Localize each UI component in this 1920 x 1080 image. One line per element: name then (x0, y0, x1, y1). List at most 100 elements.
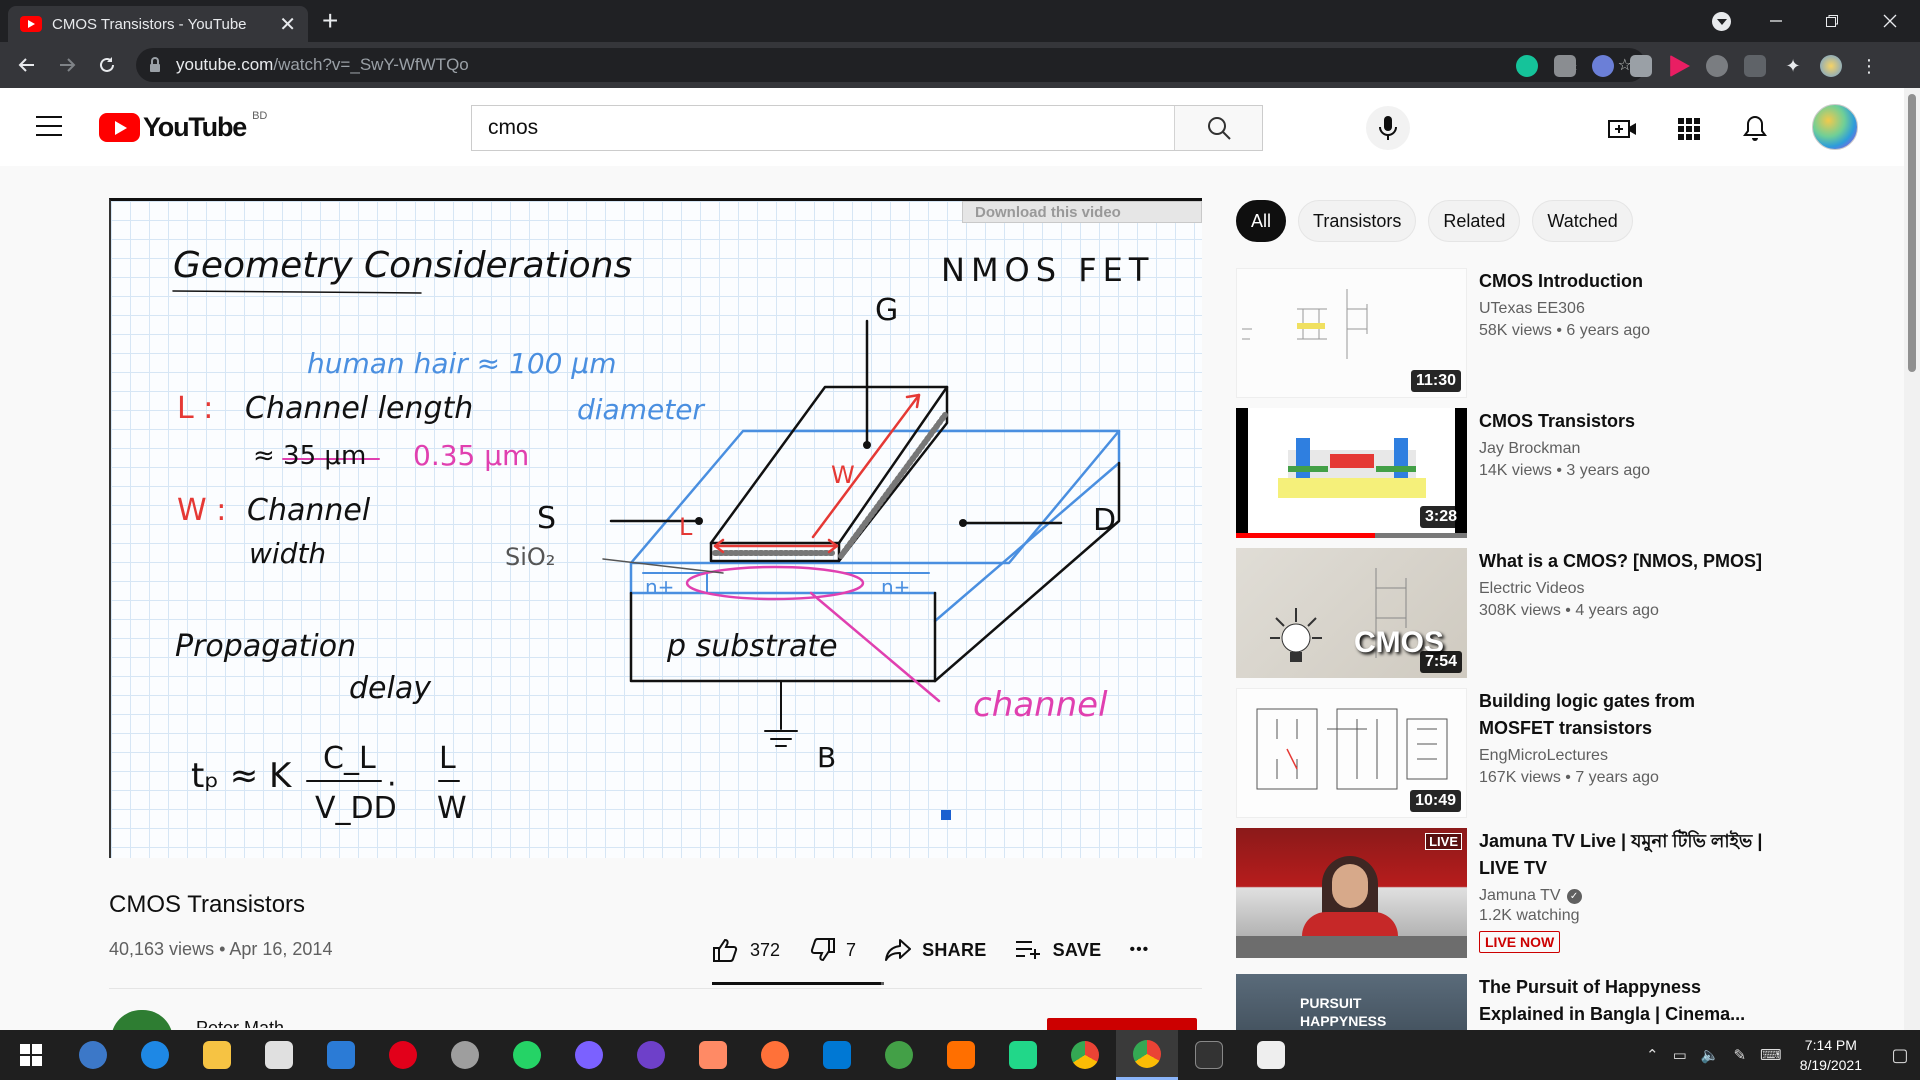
taskbar-app-mail[interactable] (310, 1030, 372, 1080)
tab-close-icon[interactable]: ✕ (279, 12, 296, 37)
menu-icon[interactable] (36, 116, 62, 136)
scrollbar-thumb[interactable] (1908, 94, 1916, 372)
chip-transistors[interactable]: Transistors (1298, 200, 1417, 242)
taskbar-app-extra[interactable] (1240, 1030, 1302, 1080)
video-thumbnail[interactable]: LIVE (1236, 828, 1467, 958)
taskbar-app-paint[interactable] (682, 1030, 744, 1080)
taskbar-app-inkscape[interactable] (434, 1030, 496, 1080)
video-thumbnail[interactable]: PURSUIT HAPPYNESS (1236, 974, 1467, 1030)
recommendation-item[interactable]: PURSUIT HAPPYNESS The Pursuit of Happyne… (1236, 974, 1796, 1030)
rec-title[interactable]: Jamuna TV Live | যমুনা টিভি লাইভ | LIVE … (1479, 828, 1767, 882)
create-video-icon[interactable] (1608, 114, 1638, 144)
address-bar[interactable]: youtube.com/watch?v=_SwY-WfWTQo ⤓ ⌕ ☆ (136, 48, 1646, 82)
taskbar-app-edge[interactable] (124, 1030, 186, 1080)
like-button[interactable]: 372 (712, 937, 780, 963)
network-icon[interactable]: ▭ (1673, 1046, 1687, 1064)
apps-grid-icon[interactable] (1674, 114, 1704, 144)
recommendation-item[interactable]: LIVE Jamuna TV Live | যমুনা টিভি লাইভ | … (1236, 828, 1796, 958)
rec-channel[interactable]: EngMicroLectures (1479, 747, 1767, 765)
search-button[interactable] (1174, 106, 1262, 150)
recommendation-item[interactable]: 11:30 CMOS Introduction UTexas EE306 58K… (1236, 268, 1796, 398)
new-tab-button[interactable]: + (322, 6, 338, 36)
camera-extension-icon[interactable] (1554, 55, 1576, 77)
rec-title[interactable]: Building logic gates from MOSFET transis… (1479, 688, 1767, 742)
tab-search-icon[interactable] (1712, 12, 1731, 31)
search-input[interactable] (472, 106, 1174, 150)
video-player[interactable]: Geometry Considerations NMOS FET human h… (109, 198, 1202, 858)
taskbar-app-sublime[interactable] (930, 1030, 992, 1080)
rec-channel[interactable]: Electric Videos (1479, 580, 1767, 598)
video-thumbnail[interactable]: 11:30 (1236, 268, 1467, 398)
save-button[interactable]: SAVE (1015, 939, 1102, 961)
notification-center-icon[interactable]: ▢ (1880, 1045, 1920, 1066)
dislike-button[interactable]: 7 (808, 937, 856, 963)
windows-logo-icon (20, 1044, 42, 1066)
rec-title[interactable]: CMOS Introduction (1479, 268, 1767, 295)
browser-tab[interactable]: CMOS Transistors - YouTube ✕ (8, 6, 308, 42)
share-button[interactable]: SHARE (884, 938, 987, 962)
chip-watched[interactable]: Watched (1532, 200, 1633, 242)
taskbar-app-whatsapp[interactable] (496, 1030, 558, 1080)
browser-menu-icon[interactable]: ⋮ (1858, 55, 1880, 77)
video-thumbnail[interactable]: 10:49 (1236, 688, 1467, 818)
taskbar-app-opera[interactable] (372, 1030, 434, 1080)
play-extension-icon[interactable] (1670, 55, 1690, 77)
taskbar-app-store[interactable] (248, 1030, 310, 1080)
profile-avatar[interactable] (1820, 55, 1842, 77)
back-icon[interactable] (12, 50, 42, 80)
clock-time: 7:14 PM (1804, 1037, 1857, 1053)
extensions-puzzle-icon[interactable]: ✦ (1782, 55, 1804, 77)
taskbar-app-pycharm[interactable] (992, 1030, 1054, 1080)
minimize-icon[interactable] (1748, 0, 1804, 42)
vpn-extension-icon[interactable] (1592, 55, 1614, 77)
rec-title[interactable]: What is a CMOS? [NMOS, PMOS] (1479, 548, 1767, 575)
volume-icon[interactable]: 🔈 (1701, 1046, 1720, 1064)
chip-related[interactable]: Related (1428, 200, 1521, 242)
reload-icon[interactable] (92, 50, 122, 80)
taskbar-app-firefox[interactable] (744, 1030, 806, 1080)
download-video-overlay[interactable]: Download this video (962, 201, 1202, 223)
restore-icon[interactable] (1804, 0, 1860, 42)
recommendation-item[interactable]: CMOS 7:54 What is a CMOS? [NMOS, PMOS] E… (1236, 548, 1796, 678)
taskbar-app-matlab[interactable] (868, 1030, 930, 1080)
start-button[interactable] (0, 1030, 62, 1080)
taskbar-app-file-explorer[interactable] (186, 1030, 248, 1080)
keyboard-icon[interactable]: ⌨ (1760, 1046, 1782, 1064)
media-extension-icon[interactable] (1744, 55, 1766, 77)
video-thumbnail[interactable]: 3:28 (1236, 408, 1467, 538)
taskbar-app-qbittorrent[interactable] (62, 1030, 124, 1080)
youtube-play-logo-icon (99, 113, 140, 142)
more-actions-button[interactable]: ••• (1129, 941, 1149, 959)
account-avatar[interactable] (1812, 104, 1858, 150)
screenshot-extension-icon[interactable] (1630, 55, 1652, 77)
voice-search-button[interactable] (1366, 106, 1410, 150)
video-duration: 11:30 (1410, 370, 1461, 392)
rec-channel[interactable]: Jamuna TV ✓ (1479, 887, 1767, 905)
taskbar-app-vscode[interactable] (806, 1030, 868, 1080)
taskbar-app-chrome-active[interactable] (1116, 1030, 1178, 1080)
rec-title[interactable]: The Pursuit of Happyness Explained in Ba… (1479, 974, 1767, 1028)
grammarly-extension-icon[interactable] (1516, 55, 1538, 77)
channel-name[interactable]: Peter Math (196, 1018, 284, 1028)
rec-channel[interactable]: Jay Brockman (1479, 440, 1767, 458)
tray-overflow-icon[interactable]: ⌃ (1646, 1046, 1659, 1064)
forward-icon[interactable] (52, 50, 82, 80)
recommendation-item[interactable]: 3:28 CMOS Transistors Jay Brockman 14K v… (1236, 408, 1796, 538)
taskbar-clock[interactable]: 7:14 PM 8/19/2021 (1800, 1035, 1862, 1075)
recommendation-item[interactable]: 10:49 Building logic gates from MOSFET t… (1236, 688, 1796, 818)
page-scrollbar[interactable] (1904, 88, 1920, 1030)
video-thumbnail[interactable]: CMOS 7:54 (1236, 548, 1467, 678)
taskbar-app-terminal[interactable] (1178, 1030, 1240, 1080)
taskbar-app-github[interactable] (620, 1030, 682, 1080)
chip-all[interactable]: All (1236, 200, 1287, 242)
pen-icon[interactable]: ✎ (1733, 1046, 1746, 1064)
download-extension-icon[interactable] (1706, 55, 1728, 77)
rec-title[interactable]: CMOS Transistors (1479, 408, 1767, 435)
notifications-bell-icon[interactable] (1740, 114, 1770, 144)
taskbar-app-chrome[interactable] (1054, 1030, 1116, 1080)
taskbar-app-messenger[interactable] (558, 1030, 620, 1080)
youtube-logo[interactable]: YouTube BD (99, 110, 267, 143)
rec-channel[interactable]: UTexas EE306 (1479, 300, 1767, 318)
youtube-favicon-icon (20, 16, 42, 32)
close-window-icon[interactable] (1862, 0, 1918, 42)
